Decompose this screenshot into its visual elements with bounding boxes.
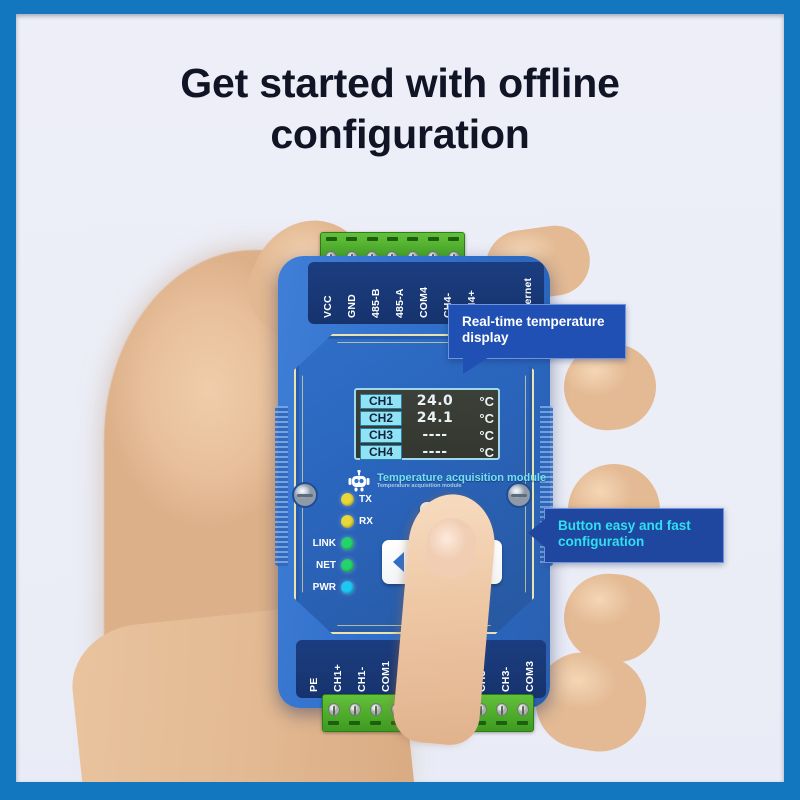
pin-label: CH3- [500,666,512,692]
pin-label: CH1+ [332,664,344,692]
pin-label: CH1- [356,666,368,692]
led-dot [341,558,354,572]
poster-canvas: Get started with offline configuration V… [16,14,784,782]
page-title: Get started with offline configuration [16,58,784,161]
terminal-screw [348,703,361,716]
lcd-channel-label: CH1 [360,393,402,409]
lcd-channel-label: CH4 [360,444,402,460]
product-subtitle: Temperature acquisition module [377,482,462,489]
pin-label: COM4 [418,286,430,318]
lcd-row: CH2 24.1 °C [360,410,494,426]
pin-label: COM3 [524,660,536,692]
led-indicator-group: TX TX RX RX LINK NET [306,488,389,598]
callout-button: Button easy and fast configuration [528,508,724,563]
branding-text: Temperature acquisition module Temperatu… [377,472,546,490]
pin-label: GND [346,294,358,318]
lcd-channel-unit: °C [479,393,494,409]
pin-label: 485-B [370,288,382,318]
lcd-channel-value: ---- [422,427,448,443]
led-indicator-net: NET [306,554,389,576]
lcd-channel-unit: °C [479,410,494,426]
led-indicator-pwr: PWR [306,576,389,598]
terminal-screw [369,703,382,716]
led-indicator-rx: RX RX [306,510,389,532]
headline-line-1: Get started with offline [180,60,620,106]
fingernail [423,516,479,581]
led-label: LINK [312,537,336,549]
poster-frame: Get started with offline configuration V… [0,0,800,800]
pin-label: VCC [322,295,334,318]
lcd-channel-value: ---- [422,444,448,460]
lcd-display: CH1 24.0 °C CH2 24.1 °C CH3 ---- °C CH4 … [354,388,500,460]
led-dot [341,492,354,506]
led-dot [341,536,354,550]
terminal-screw [327,703,340,716]
terminal-screw [495,703,508,716]
lcd-channel-value: 24.0 [416,393,454,409]
lcd-row: CH3 ---- °C [360,427,494,443]
pin-label: PE [308,677,320,692]
lcd-channel-unit: °C [479,427,494,443]
led-dot [341,580,354,594]
callout-display: Real-time temperature display [448,304,626,374]
lcd-channel-label: CH3 [360,427,402,443]
led-indicator-tx: TX TX [306,488,389,510]
led-label: NET [316,559,336,571]
hand-finger [561,570,663,666]
lcd-channel-unit: °C [479,444,494,460]
led-label: PWR [312,581,336,593]
triangle-left-icon [392,552,404,572]
lcd-row: CH4 ---- °C [360,444,494,460]
lcd-row: CH1 24.0 °C [360,393,494,409]
terminal-screw [516,703,529,716]
lcd-channel-value: 24.1 [416,410,454,426]
housing-ribs-left [275,406,288,566]
led-dot [341,514,354,528]
led-indicator-link: LINK [306,532,389,554]
headline-line-2: configuration [270,111,530,158]
pin-label: COM1 [380,660,392,692]
lcd-channel-label: CH2 [360,410,402,426]
pin-label: 485-A [394,288,406,318]
